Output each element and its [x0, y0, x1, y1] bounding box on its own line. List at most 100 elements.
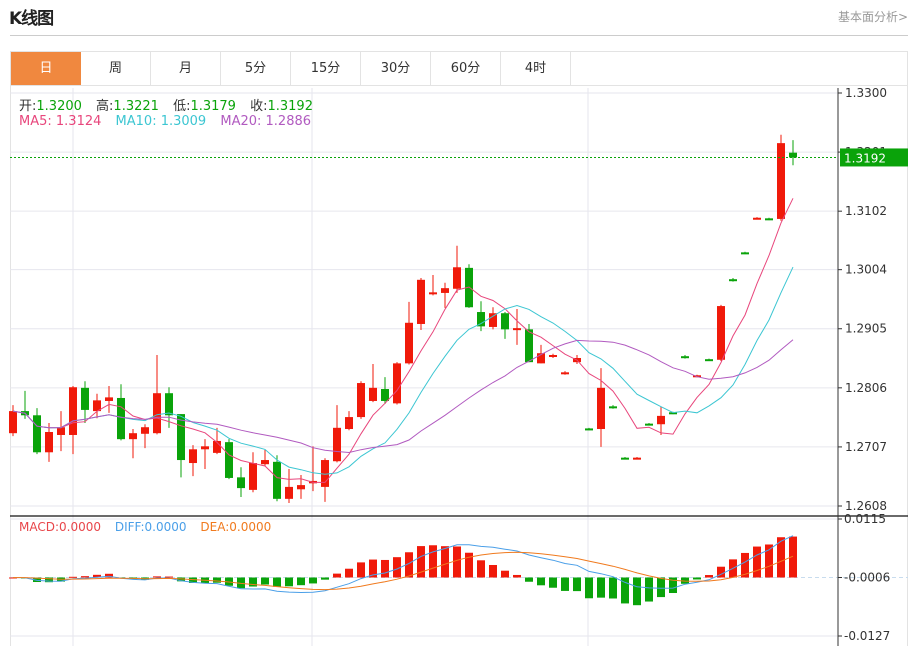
price-axis-label: 1.2806 — [845, 381, 887, 395]
macd-bar — [441, 546, 449, 578]
candle-down — [477, 312, 485, 327]
macd-bar — [381, 559, 389, 578]
close-label: 收: — [250, 99, 268, 114]
price-axis-label: 1.2905 — [845, 322, 887, 336]
macd-bar — [657, 577, 665, 598]
ma-info: MA5: 1.3124 MA10: 1.3009 MA20: 1.2886 — [19, 114, 321, 129]
candle-up — [489, 313, 497, 327]
candle-down — [525, 329, 533, 363]
macd-bar — [585, 577, 593, 599]
candle-up — [417, 279, 425, 324]
high-value: 1.3221 — [113, 99, 159, 114]
candle-up — [333, 427, 341, 462]
macd-bar — [597, 577, 605, 598]
macd-label: MACD: — [19, 520, 60, 534]
macd-bar — [273, 577, 281, 587]
ma10-label: MA10: — [115, 114, 157, 129]
macd-bar — [357, 562, 365, 578]
macd-bar — [573, 577, 581, 592]
ma5-line — [12, 198, 794, 483]
macd-value: 0.0000 — [59, 520, 102, 534]
ma5-label: MA5: — [19, 114, 52, 129]
candle-up — [141, 427, 149, 434]
candle-up — [393, 363, 401, 404]
close-value: 1.3192 — [267, 99, 313, 114]
macd-axis-label: -0.0127 — [844, 629, 890, 643]
macd-bar — [501, 570, 509, 578]
candle-down — [609, 406, 617, 409]
macd-info: MACD:0.0000 DIFF:0.0000 DEA:0.0000 — [19, 520, 281, 534]
candle-down — [765, 218, 773, 221]
candle-down — [585, 428, 593, 431]
macd-bar — [609, 577, 617, 599]
price-axis-label: 1.3004 — [845, 263, 887, 277]
candle-down — [681, 356, 689, 359]
candle-up — [753, 217, 761, 220]
macd-bar — [645, 577, 653, 602]
candle-up — [513, 328, 521, 331]
macd-bar — [693, 577, 701, 580]
candle-up — [69, 387, 77, 435]
ohlc-info: 开:1.3200 高:1.3221 低:1.3179 收:1.3192 — [19, 95, 323, 114]
diff-value: 0.0000 — [144, 520, 187, 534]
macd-bar — [345, 568, 353, 578]
macd-axis-label: 0.0115 — [844, 512, 886, 526]
ma5-value: 1.3124 — [55, 114, 102, 129]
ma20-value: 1.2886 — [265, 114, 312, 129]
candle-down — [645, 423, 653, 426]
candle-up — [717, 306, 725, 360]
candle-up — [105, 397, 113, 401]
candle-up — [453, 267, 461, 289]
dea-label: DEA: — [200, 520, 230, 534]
macd-bar — [321, 577, 329, 580]
candle-down — [501, 313, 509, 330]
diff-label: DIFF: — [114, 520, 145, 534]
dea-value: 0.0000 — [229, 520, 272, 534]
macd-bar — [429, 545, 437, 578]
macd-bar — [525, 577, 533, 582]
candle-up — [201, 446, 209, 450]
price-axis-label: 1.2707 — [845, 440, 887, 454]
low-label: 低: — [173, 99, 191, 114]
candle-down — [117, 397, 125, 440]
candle-up — [549, 355, 557, 358]
candle-up — [597, 387, 605, 430]
price-axis-label: 1.3300 — [845, 86, 887, 100]
ma10-value: 1.3009 — [160, 114, 207, 129]
candle-down — [789, 152, 797, 158]
candle-down — [729, 279, 737, 282]
candle-down — [165, 393, 173, 416]
candle-up — [45, 431, 53, 453]
candle-up — [261, 460, 269, 465]
macd-bar — [81, 576, 89, 578]
candle-up — [345, 417, 353, 430]
candle-up — [429, 292, 437, 295]
candle-up — [369, 387, 377, 401]
open-value: 1.3200 — [36, 99, 82, 114]
candle-down — [381, 389, 389, 401]
candle-down — [81, 387, 89, 410]
low-value: 1.3179 — [190, 99, 236, 114]
candle-down — [741, 252, 749, 255]
macd-bar — [309, 577, 317, 584]
candle-up — [357, 383, 365, 418]
candle-up — [129, 433, 137, 440]
high-label: 高: — [96, 99, 114, 114]
candle-up — [633, 457, 641, 460]
candle-up — [9, 411, 17, 434]
candle-up — [441, 288, 449, 293]
candle-down — [237, 477, 245, 489]
price-axis-label: 1.2608 — [845, 499, 887, 513]
candle-up — [561, 372, 569, 375]
candle-up — [153, 393, 161, 434]
macd-axis-label: -0.0006 — [844, 571, 890, 585]
candle-down — [273, 461, 281, 499]
macd-bar — [261, 577, 269, 585]
candle-down — [705, 359, 713, 362]
open-label: 开: — [19, 99, 37, 114]
candle-down — [621, 457, 629, 460]
macd-bar — [489, 564, 497, 578]
candle-up — [285, 486, 293, 499]
macd-bar — [453, 546, 461, 578]
price-axis-label: 1.3102 — [845, 204, 887, 218]
